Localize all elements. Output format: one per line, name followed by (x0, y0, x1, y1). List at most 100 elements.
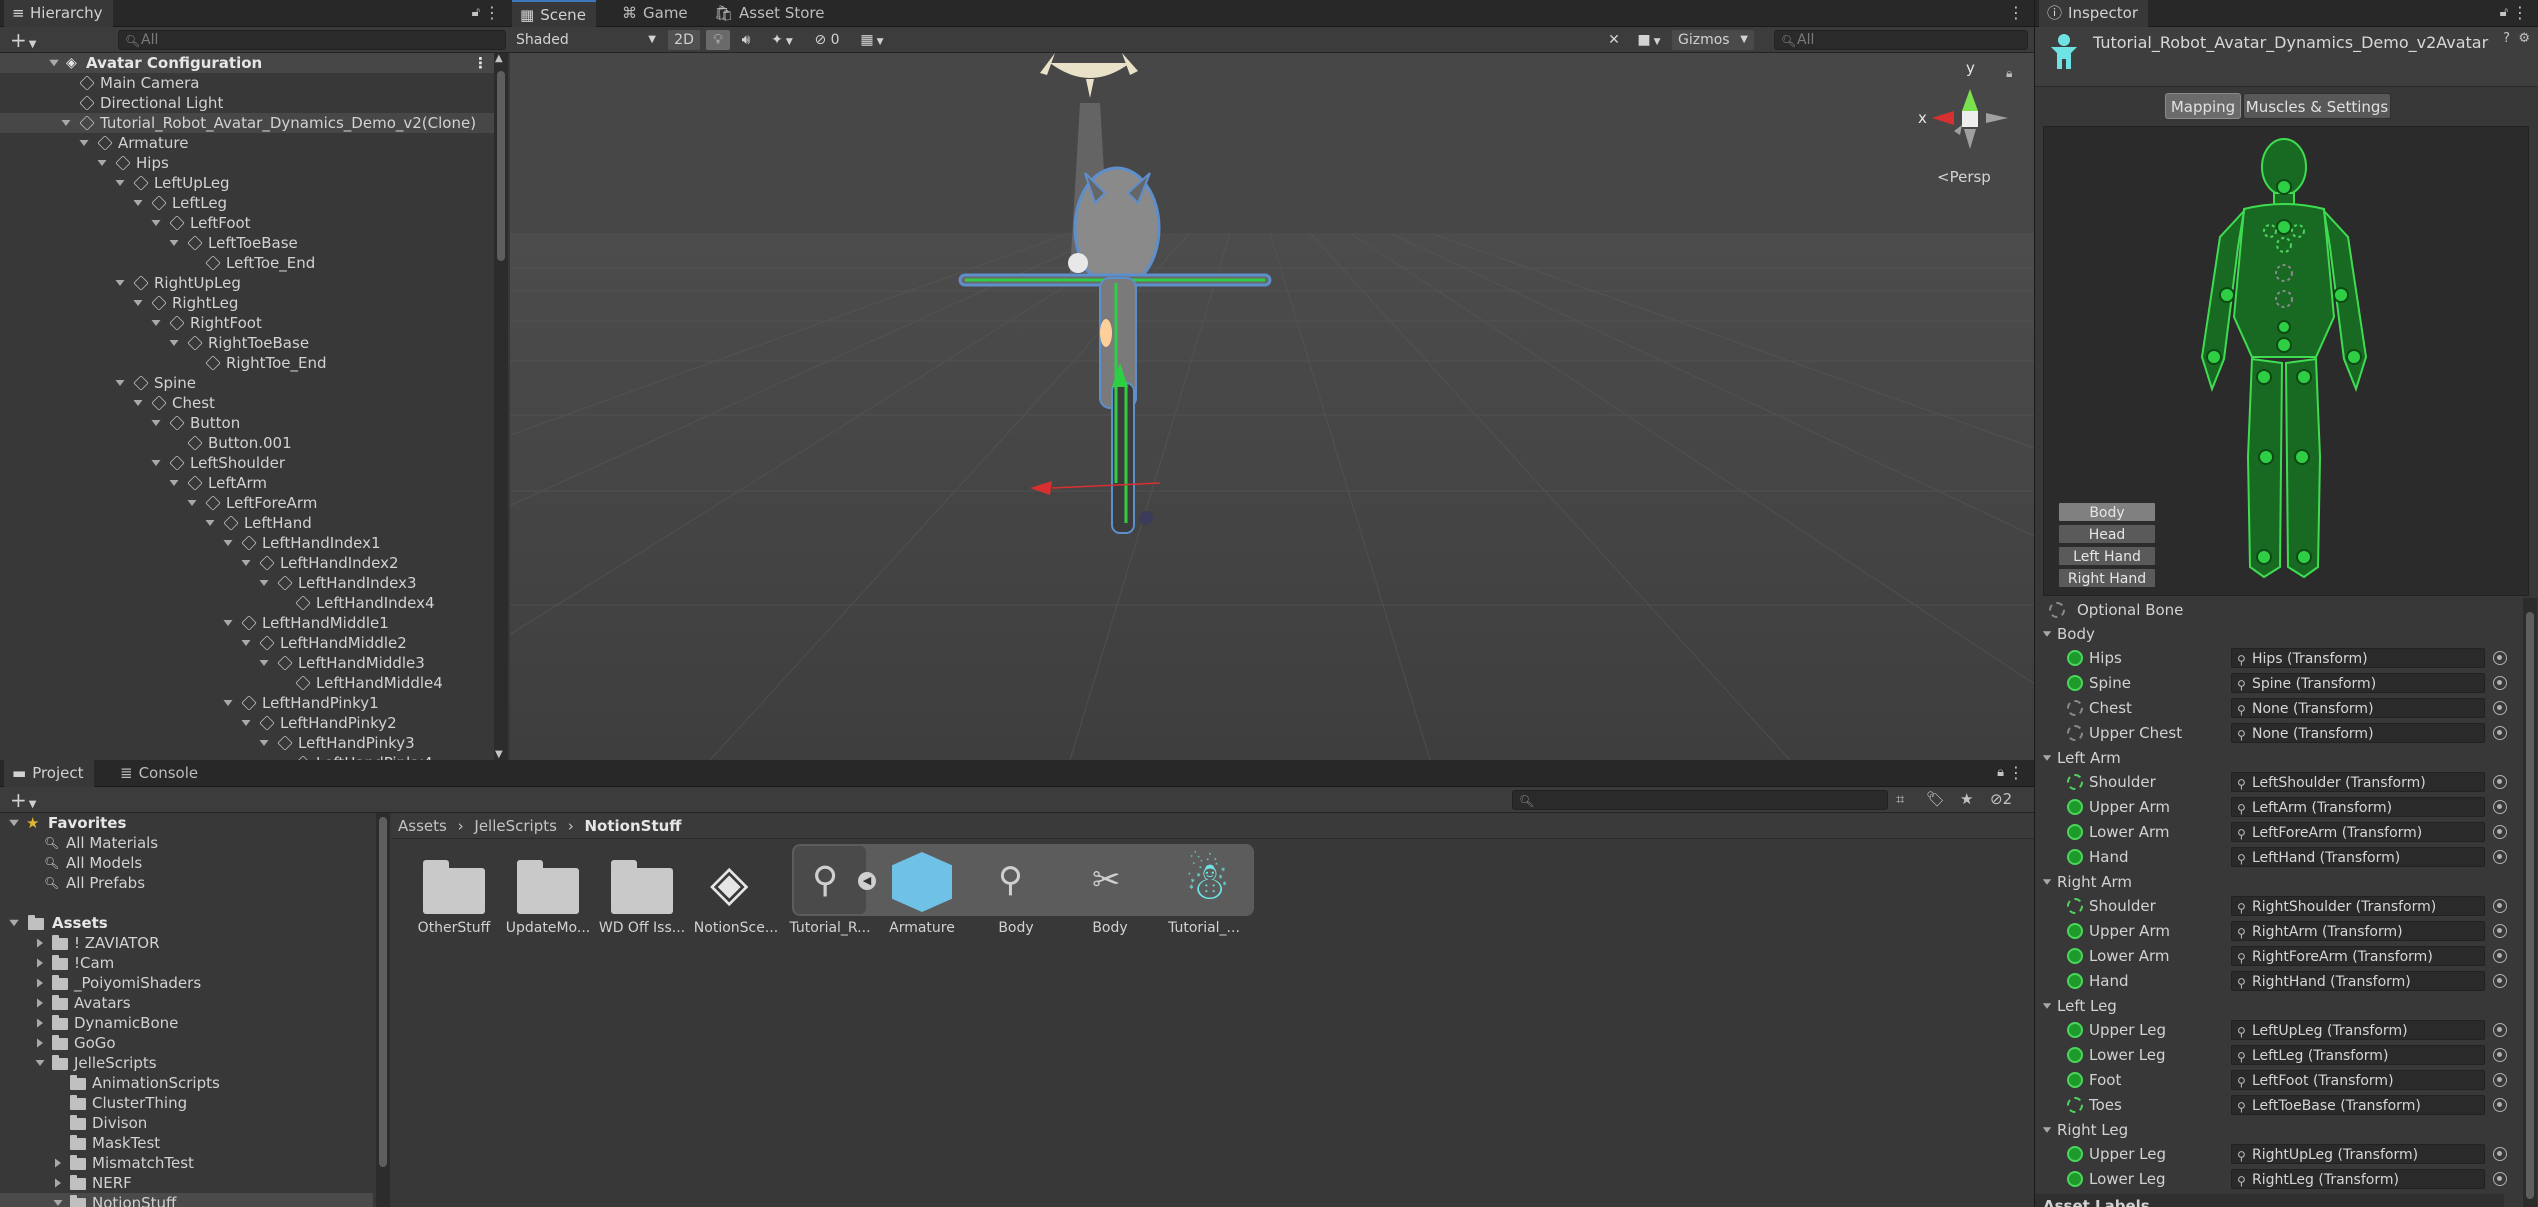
hierarchy-item[interactable]: RightToeBase (0, 333, 496, 353)
chevron-right-icon[interactable] (37, 1018, 43, 1028)
hierarchy-item[interactable]: LeftUpLeg (0, 173, 496, 193)
bone-transform-field[interactable]: ⚲ RightHand (Transform) (2231, 971, 2485, 991)
chevron-right-icon[interactable] (37, 998, 43, 1008)
chevron-down-icon[interactable] (187, 500, 197, 506)
project-folder-item[interactable]: AnimationScripts (0, 1073, 373, 1093)
body-part-button[interactable]: Right Hand (2058, 568, 2156, 588)
bone-row[interactable]: Lower Arm ⚲ RightForeArm (Transform) (2035, 944, 2507, 969)
tab-console[interactable]: ≣ Console (112, 760, 208, 787)
hierarchy-item[interactable]: Button (0, 413, 496, 433)
chevron-down-icon[interactable] (2042, 879, 2052, 885)
scroll-down-icon[interactable]: ▼ (495, 749, 503, 760)
hierarchy-item[interactable]: LeftHandMiddle4 (0, 673, 496, 693)
hierarchy-item[interactable]: LeftHandPinky4 (0, 753, 496, 760)
hierarchy-item[interactable]: Chest (0, 393, 496, 413)
chevron-down-icon[interactable] (2042, 755, 2052, 761)
chevron-down-icon[interactable] (133, 200, 143, 206)
hidden-packages-toggle[interactable]: ⊘2 (1990, 790, 2012, 808)
object-picker-icon[interactable] (2493, 1172, 2507, 1186)
scene-search-input[interactable]: 🔍︎ All (1774, 30, 2028, 50)
project-folder-item[interactable]: Divison (0, 1113, 373, 1133)
help-icon[interactable]: ? (2503, 31, 2510, 46)
bone-group-header[interactable]: Right Leg (2035, 1118, 2504, 1142)
chevron-right-icon[interactable] (37, 1038, 43, 1048)
lighting-toggle[interactable]: 💡︎ (706, 30, 730, 50)
scene-viewport[interactable]: y x <Persp 🔒︎ (510, 53, 2034, 760)
chevron-down-icon[interactable] (133, 400, 143, 406)
favorites-item[interactable]: 🔍︎ All Prefabs (0, 873, 373, 893)
chevron-down-icon[interactable] (205, 520, 215, 526)
object-picker-icon[interactable] (2493, 899, 2507, 913)
inspector-scrollbar[interactable] (2523, 598, 2537, 1207)
bone-row[interactable]: Shoulder ⚲ RightShoulder (Transform) (2035, 894, 2507, 919)
hierarchy-item[interactable]: RightFoot (0, 313, 496, 333)
breadcrumb-item[interactable]: NotionStuff (585, 817, 682, 835)
project-folder-item[interactable]: NERF (0, 1173, 373, 1193)
object-picker-icon[interactable] (2493, 850, 2507, 864)
chevron-down-icon[interactable] (151, 420, 161, 426)
effects-dropdown[interactable]: ✦ ▼ (762, 30, 802, 50)
chevron-down-icon[interactable] (2042, 1003, 2052, 1009)
project-folder-item[interactable]: ClusterThing (0, 1093, 373, 1113)
body-part-button[interactable]: Left Hand (2058, 546, 2156, 566)
gizmos-dropdown[interactable]: Gizmos ▼ (1672, 30, 1754, 50)
object-picker-icon[interactable] (2493, 726, 2507, 740)
project-tree-scrollbar[interactable] (376, 813, 390, 1207)
bone-row[interactable]: Hips ⚲ Hips (Transform) (2035, 646, 2507, 671)
hierarchy-item[interactable]: LeftToe_End (0, 253, 496, 273)
bone-row[interactable]: Chest ⚲ None (Transform) (2035, 696, 2507, 721)
more-options-icon[interactable]: ⋮ (2008, 763, 2024, 782)
bone-row[interactable]: Upper Arm ⚲ LeftArm (Transform) (2035, 795, 2507, 820)
hierarchy-scrollbar[interactable]: ▲ ▼ (494, 53, 508, 760)
object-picker-icon[interactable] (2493, 1048, 2507, 1062)
chevron-down-icon[interactable] (259, 660, 269, 666)
hierarchy-item[interactable]: LeftHandPinky1 (0, 693, 496, 713)
hierarchy-item[interactable]: Spine (0, 373, 496, 393)
chevron-right-icon[interactable] (37, 938, 43, 948)
chevron-right-icon[interactable] (37, 958, 43, 968)
hierarchy-item[interactable]: LeftHandMiddle3 (0, 653, 496, 673)
object-picker-icon[interactable] (2493, 825, 2507, 839)
asset-item[interactable]: UpdateMo... (500, 846, 596, 936)
project-folder-item[interactable]: GoGo (0, 1033, 373, 1053)
hierarchy-item[interactable]: LeftHandIndex1 (0, 533, 496, 553)
asset-item[interactable]: ◈ NotionSce... (688, 846, 784, 936)
object-picker-icon[interactable] (2493, 1073, 2507, 1087)
hierarchy-item[interactable]: LeftToeBase (0, 233, 496, 253)
chevron-down-icon[interactable] (259, 740, 269, 746)
project-tree-scroll-thumb[interactable] (379, 817, 387, 1167)
hierarchy-item[interactable]: LeftHandIndex2 (0, 553, 496, 573)
lock-icon[interactable]: 🔓︎ (472, 5, 480, 20)
tab-scene[interactable]: ▦ Scene (512, 0, 596, 27)
chevron-down-icon[interactable] (151, 220, 161, 226)
asset-item[interactable]: WD Off Iss... (594, 846, 690, 936)
hierarchy-item[interactable]: LeftHandMiddle2 (0, 633, 496, 653)
scene-menu-icon[interactable]: ⋮ (473, 53, 488, 73)
body-part-button[interactable]: Body (2058, 502, 2156, 522)
create-button[interactable]: + ▼ (10, 28, 36, 52)
hierarchy-item[interactable]: Directional Light (0, 93, 496, 113)
bone-transform-field[interactable]: ⚲ LeftToeBase (Transform) (2231, 1095, 2485, 1115)
filter-type-icon[interactable]: ⌗ (1896, 790, 1904, 808)
bone-transform-field[interactable]: ⚲ None (Transform) (2231, 698, 2485, 718)
chevron-down-icon[interactable] (223, 700, 233, 706)
bone-transform-field[interactable]: ⚲ LeftUpLeg (Transform) (2231, 1020, 2485, 1040)
lock-icon[interactable]: 🔒︎ (1997, 765, 2004, 780)
chevron-down-icon[interactable] (241, 640, 251, 646)
audio-toggle[interactable]: 🔊︎ (734, 30, 758, 50)
hierarchy-item[interactable]: LeftHandPinky3 (0, 733, 496, 753)
tab-project[interactable]: ▬ Project (4, 760, 94, 787)
chevron-down-icon[interactable] (241, 560, 251, 566)
projection-toggle[interactable]: <Persp (1937, 168, 1991, 186)
bone-group-header[interactable]: Body (2035, 622, 2504, 646)
object-picker-icon[interactable] (2493, 1098, 2507, 1112)
chevron-down-icon[interactable] (97, 160, 107, 166)
asset-item[interactable]: ☃ Tutorial_... (1156, 846, 1252, 936)
bone-row[interactable]: Hand ⚲ RightHand (Transform) (2035, 969, 2507, 994)
asset-item[interactable]: OtherStuff (406, 846, 502, 936)
bone-row[interactable]: Spine ⚲ Spine (Transform) (2035, 671, 2507, 696)
tab-muscles-settings[interactable]: Muscles & Settings (2243, 93, 2391, 119)
bone-transform-field[interactable]: ⚲ RightArm (Transform) (2231, 921, 2485, 941)
object-picker-icon[interactable] (2493, 701, 2507, 715)
hidden-objects-toggle[interactable]: ⊘ 0 (806, 30, 848, 50)
